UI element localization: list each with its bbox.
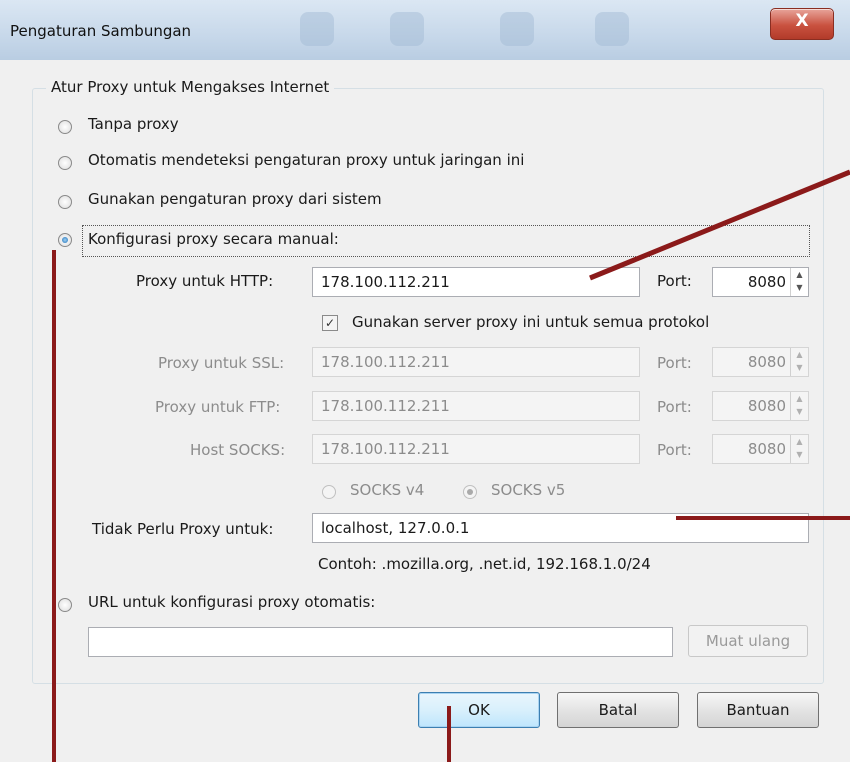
annotation-arrow-http [589,169,850,281]
annotation-overlay [589,169,850,281]
annotation-line-noproxy [676,516,850,520]
connection-settings-dialog: Pengaturan Sambungan X Atur Proxy untuk … [0,0,850,762]
annotation-line-ok [447,706,451,762]
annotation-line-manual [52,250,56,762]
